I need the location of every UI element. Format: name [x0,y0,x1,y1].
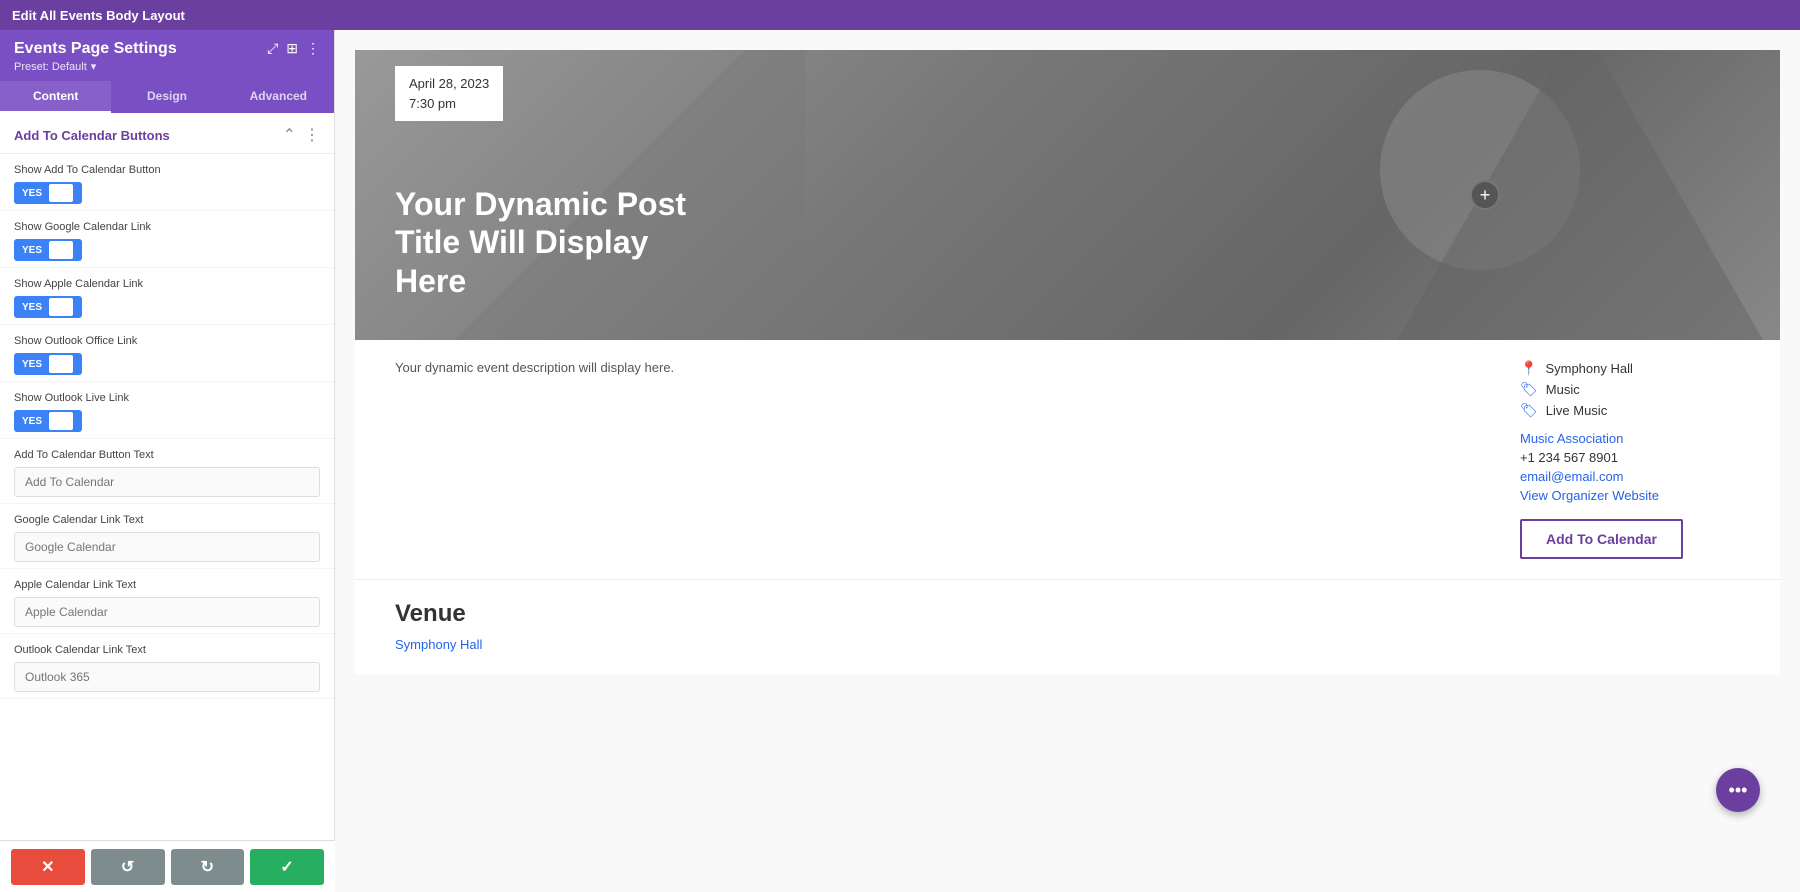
toggle-knob-apple [49,298,73,316]
save-button[interactable]: ✓ [250,849,324,885]
label-show-outlook-live: Show Outlook Live Link [14,392,320,404]
label-google-text: Google Calendar Link Text [14,514,320,526]
expand-icon[interactable]: ⤢ [267,40,278,57]
toggle-wrap-google: YES [14,239,320,261]
meta-location: 📍 Symphony Hall [1520,360,1740,377]
label-apple-text: Apple Calendar Link Text [14,579,320,591]
meta-category-live-music: 🏷 Live Music [1520,402,1740,419]
label-outlook-text: Outlook Calendar Link Text [14,644,320,656]
category-live-music: Live Music [1546,403,1607,418]
label-add-to-cal-text: Add To Calendar Button Text [14,449,320,461]
main-layout: Events Page Settings Preset: Default ▾ ⤢… [0,30,1800,892]
organizer-website-link[interactable]: View Organizer Website [1520,488,1740,503]
category-music: Music [1546,382,1580,397]
event-date: April 28, 2023 [409,74,489,94]
tag-icon-2: 🏷 [1520,402,1538,419]
hero-shape-triangle1 [1380,50,1780,340]
setting-show-add-to-calendar-button: Show Add To Calendar Button YES [0,154,334,211]
tabs-bar: Content Design Advanced [0,81,334,113]
sidebar-title-group: Events Page Settings Preset: Default ▾ [14,40,177,73]
date-badge: April 28, 2023 7:30 pm [395,66,503,121]
venue-link[interactable]: Symphony Hall [395,637,482,652]
redo-button[interactable]: ↻ [171,849,245,885]
toggle-outlook-live[interactable]: YES [14,410,82,432]
meta-category-music: 🏷 Music [1520,381,1740,398]
pin-icon: 📍 [1520,360,1537,377]
grid-icon[interactable]: ⊞ [286,40,298,57]
fab-button[interactable]: ••• [1716,768,1760,812]
meta-links: Music Association +1 234 567 8901 email@… [1520,431,1740,503]
organizer-email-link[interactable]: email@email.com [1520,469,1740,484]
setting-outlook-text: Outlook Calendar Link Text [0,634,334,699]
input-outlook-text[interactable] [14,662,320,692]
tab-content[interactable]: Content [0,81,111,113]
toggle-knob-outlook-office [49,355,73,373]
event-time: 7:30 pm [409,94,489,114]
section-header-add-to-calendar: Add To Calendar Buttons ⌃ ⋮ [0,113,334,154]
event-preview-card: April 28, 2023 7:30 pm Your Dynamic Post… [355,50,1780,674]
tag-icon-1: 🏷 [1520,381,1538,398]
toggle-knob-outlook-live [49,412,73,430]
venue-section: Venue Symphony Hall [355,579,1780,674]
top-bar: Edit All Events Body Layout [0,0,1800,30]
venue-title: Venue [395,600,1740,628]
toggle-wrap-apple: YES [14,296,320,318]
toggle-wrap-add-calendar: YES [14,182,320,204]
event-body: Your dynamic event description will disp… [355,340,1780,579]
toggle-google-calendar[interactable]: YES [14,239,82,261]
organizer-phone: +1 234 567 8901 [1520,450,1740,465]
bottom-bar: ✕ ↺ ↻ ✓ [0,840,335,892]
sidebar-header: Events Page Settings Preset: Default ▾ ⤢… [0,30,334,81]
event-description: Your dynamic event description will disp… [395,360,1500,559]
toggle-wrap-outlook-office: YES [14,353,320,375]
undo-button[interactable]: ↺ [91,849,165,885]
toggle-outlook-office[interactable]: YES [14,353,82,375]
add-content-button[interactable]: + [1470,180,1500,210]
chevron-down-icon: ▾ [91,60,97,73]
location-text: Symphony Hall [1545,361,1632,376]
toggle-knob-google [49,241,73,259]
input-apple-text[interactable] [14,597,320,627]
tab-design[interactable]: Design [111,81,222,113]
preset-label[interactable]: Preset: Default ▾ [14,60,177,73]
sidebar-content: Add To Calendar Buttons ⌃ ⋮ Show Add To … [0,113,334,892]
top-bar-title: Edit All Events Body Layout [12,8,185,23]
event-meta: 📍 Symphony Hall 🏷 Music 🏷 Live Music Mus… [1520,360,1740,559]
hero-area: April 28, 2023 7:30 pm Your Dynamic Post… [355,50,1780,340]
sidebar-page-title: Events Page Settings [14,40,177,58]
toggle-apple-calendar[interactable]: YES [14,296,82,318]
cancel-button[interactable]: ✕ [11,849,85,885]
input-add-to-cal-text[interactable] [14,467,320,497]
main-content: April 28, 2023 7:30 pm Your Dynamic Post… [335,30,1800,892]
section-title: Add To Calendar Buttons [14,128,170,143]
setting-google-text: Google Calendar Link Text [0,504,334,569]
label-show-add-to-calendar: Show Add To Calendar Button [14,164,320,176]
organizer-name-link[interactable]: Music Association [1520,431,1740,446]
sidebar-header-top: Events Page Settings Preset: Default ▾ ⤢… [14,40,320,73]
section-more-icon[interactable]: ⋮ [304,125,320,145]
collapse-icon[interactable]: ⌃ [283,125,296,145]
event-title: Your Dynamic Post Title Will Display Her… [395,185,695,300]
setting-show-google-calendar: Show Google Calendar Link YES [0,211,334,268]
section-header-icons: ⌃ ⋮ [283,125,320,145]
more-options-icon[interactable]: ⋮ [306,40,320,57]
add-to-calendar-button[interactable]: Add To Calendar [1520,519,1683,559]
toggle-add-calendar[interactable]: YES [14,182,82,204]
header-icons: ⤢ ⊞ ⋮ [267,40,320,57]
label-show-outlook-office: Show Outlook Office Link [14,335,320,347]
toggle-knob-add-calendar [49,184,73,202]
input-google-text[interactable] [14,532,320,562]
toggle-wrap-outlook-live: YES [14,410,320,432]
setting-show-outlook-office: Show Outlook Office Link YES [0,325,334,382]
label-show-google-calendar: Show Google Calendar Link [14,221,320,233]
setting-show-apple-calendar: Show Apple Calendar Link YES [0,268,334,325]
setting-show-outlook-live: Show Outlook Live Link YES [0,382,334,439]
setting-add-to-cal-text: Add To Calendar Button Text [0,439,334,504]
setting-apple-text: Apple Calendar Link Text [0,569,334,634]
fab-dots-icon: ••• [1729,780,1748,801]
tab-advanced[interactable]: Advanced [223,81,334,113]
label-show-apple-calendar: Show Apple Calendar Link [14,278,320,290]
sidebar: Events Page Settings Preset: Default ▾ ⤢… [0,30,335,892]
